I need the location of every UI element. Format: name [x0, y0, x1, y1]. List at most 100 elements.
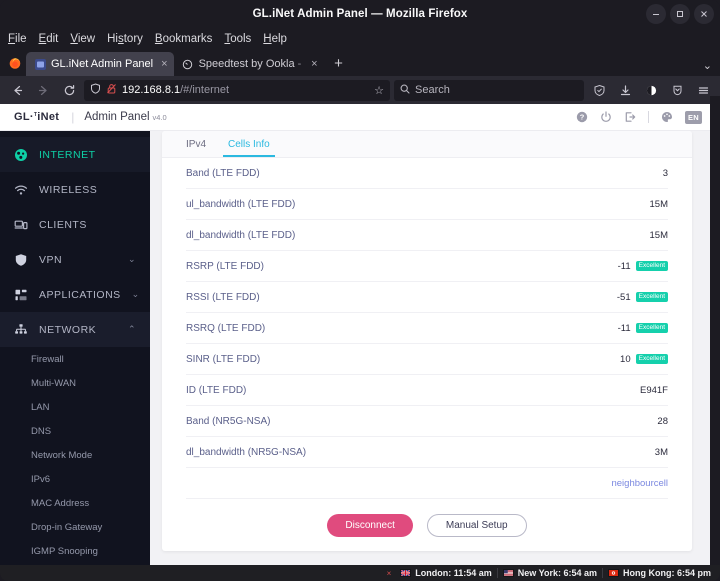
sidebar-subitem-network-mode[interactable]: Network Mode — [0, 443, 150, 467]
sidebar-item-label: CLIENTS — [39, 218, 87, 231]
sidebar-item-applications[interactable]: APPLICATIONS ⌄ — [0, 277, 150, 312]
row-value: 15M — [649, 229, 668, 241]
menu-help[interactable]: Help — [263, 33, 287, 45]
neighbourcell-link[interactable]: neighbourcell — [611, 478, 668, 489]
menu-edit[interactable]: Edit — [39, 33, 59, 45]
row-value: 3M — [654, 446, 668, 458]
row-value: 3 — [662, 167, 668, 179]
svg-text:?: ? — [580, 113, 585, 122]
sidebar-subitem-dns[interactable]: DNS — [0, 419, 150, 443]
sidebar-item-network[interactable]: NETWORK ⌃ — [0, 312, 150, 347]
us-flag-icon — [502, 569, 514, 577]
back-button[interactable] — [6, 79, 28, 101]
clock-city: London: 11:54 am — [415, 568, 492, 578]
url-bar[interactable]: 192.168.8.1/#/internet ☆ — [84, 79, 390, 101]
wifi-icon — [14, 183, 28, 197]
uk-flag-icon — [400, 569, 412, 577]
shield-icon — [14, 253, 28, 267]
sidebar-item-wireless[interactable]: WIRELESS — [0, 172, 150, 207]
sidebar-item-vpn[interactable]: VPN ⌄ — [0, 242, 150, 277]
account-icon[interactable] — [640, 79, 662, 101]
table-row: ul_bandwidth (LTE FDD) 15M — [186, 189, 668, 220]
list-all-tabs-icon[interactable]: ⌄ — [703, 59, 712, 72]
header-actions: ? EN — [576, 110, 702, 124]
navigation-toolbar: 192.168.8.1/#/internet ☆ Search — [0, 76, 720, 104]
menu-file[interactable]: File — [8, 33, 27, 45]
table-row: RSRQ (LTE FDD) -11 Excellent — [186, 313, 668, 344]
menu-view[interactable]: View — [70, 33, 95, 45]
sidebar-subitem-drop-in-gateway[interactable]: Drop-in Gateway — [0, 515, 150, 539]
sidebar: INTERNET WIRELESS CLIENTS VPN ⌄ APPLICAT… — [0, 131, 150, 565]
manual-setup-button[interactable]: Manual Setup — [426, 514, 527, 537]
insecure-lock-icon[interactable] — [106, 81, 117, 99]
sidebar-subitem-multi-wan[interactable]: Multi-WAN — [0, 371, 150, 395]
row-label: Band (NR5G-NSA) — [186, 415, 271, 427]
sidebar-item-label: NETWORK — [39, 323, 97, 336]
clock-hong-kong[interactable]: Hong Kong: 6:54 pm — [603, 568, 716, 578]
close-icon[interactable]: × — [387, 569, 392, 578]
network-icon — [14, 323, 28, 337]
row-label: ID (LTE FDD) — [186, 384, 247, 396]
disconnect-button[interactable]: Disconnect — [327, 514, 413, 537]
firefox-logo-icon — [4, 52, 26, 74]
sidebar-subitem-network-acceleration[interactable]: Network Acceleration — [0, 563, 150, 565]
menu-history[interactable]: History — [107, 33, 143, 45]
clock-london[interactable]: London: 11:54 am — [395, 568, 498, 578]
theme-icon[interactable] — [661, 111, 673, 123]
hk-flag-icon — [607, 569, 619, 577]
row-value: E941F — [640, 384, 668, 396]
minimize-button[interactable] — [646, 4, 666, 24]
search-bar[interactable]: Search — [394, 79, 584, 101]
sidebar-subitem-lan[interactable]: LAN — [0, 395, 150, 419]
tab-gl-inet-admin-panel[interactable]: GL.iNet Admin Panel × — [26, 52, 174, 76]
new-tab-button[interactable]: + — [328, 52, 350, 74]
sidebar-item-internet[interactable]: INTERNET — [0, 137, 150, 172]
menu-bookmarks[interactable]: Bookmarks — [155, 33, 213, 45]
tab-ipv4[interactable]: IPv4 — [186, 131, 206, 157]
tab-speedtest-by-ookla[interactable]: Speedtest by Ookla - The × — [174, 52, 324, 76]
downloads-icon[interactable] — [614, 79, 636, 101]
sidebar-item-clients[interactable]: CLIENTS — [0, 207, 150, 242]
tab-close-icon[interactable]: × — [161, 58, 167, 70]
menu-tools[interactable]: Tools — [224, 33, 251, 45]
tab-label: Speedtest by Ookla - The — [198, 58, 304, 70]
save-to-pocket-icon[interactable] — [666, 79, 688, 101]
tracking-protection-icon[interactable] — [588, 79, 610, 101]
sidebar-subitem-mac-address[interactable]: MAC Address — [0, 491, 150, 515]
chevron-down-icon: ⌄ — [127, 254, 136, 264]
status-badge: Excellent — [635, 260, 668, 272]
tab-cells-info[interactable]: Cells Info — [223, 131, 275, 157]
table-row: dl_bandwidth (NR5G-NSA) 3M — [186, 437, 668, 468]
sidebar-subitem-ipv6[interactable]: IPv6 — [0, 467, 150, 491]
table-row: Band (LTE FDD) 3 — [186, 158, 668, 189]
row-label: SINR (LTE FDD) — [186, 353, 261, 365]
tab-close-icon[interactable]: × — [311, 58, 317, 70]
power-icon[interactable] — [600, 111, 612, 123]
bookmark-star-icon[interactable]: ☆ — [374, 84, 384, 97]
header-separator: | — [71, 110, 75, 124]
devices-icon — [14, 218, 28, 232]
page-scrollbar[interactable] — [710, 96, 720, 565]
status-badge: Excellent — [635, 322, 668, 334]
maximize-button[interactable] — [670, 4, 690, 24]
clock-new-york[interactable]: New York: 6:54 am — [498, 568, 603, 578]
sidebar-subitem-igmp-snooping[interactable]: IGMP Snooping — [0, 539, 150, 563]
forward-button[interactable] — [32, 79, 54, 101]
help-icon[interactable]: ? — [576, 111, 588, 123]
clock-city: Hong Kong: 6:54 pm — [622, 568, 711, 578]
firefox-window: GL.iNet Admin Panel — Mozilla Firefox Fi… — [0, 0, 720, 581]
view-less-toggle[interactable]: View Less ⌃ — [186, 499, 668, 508]
row-value: -11 Excellent — [618, 323, 668, 334]
close-button[interactable] — [694, 4, 714, 24]
gl-inet-logo: GL · TiNet — [14, 111, 60, 123]
reload-button[interactable] — [58, 79, 80, 101]
globe-icon — [14, 148, 28, 162]
row-value: 10 Excellent — [620, 354, 668, 365]
sidebar-subitem-firewall[interactable]: Firewall — [0, 347, 150, 371]
row-label: RSSI (LTE FDD) — [186, 291, 260, 303]
logout-icon[interactable] — [624, 111, 636, 123]
language-badge[interactable]: EN — [684, 110, 702, 124]
chevron-up-icon: ⌃ — [127, 324, 136, 334]
table-row: RSRP (LTE FDD) -11 Excellent — [186, 251, 668, 282]
app-body: INTERNET WIRELESS CLIENTS VPN ⌄ APPLICAT… — [0, 131, 710, 565]
